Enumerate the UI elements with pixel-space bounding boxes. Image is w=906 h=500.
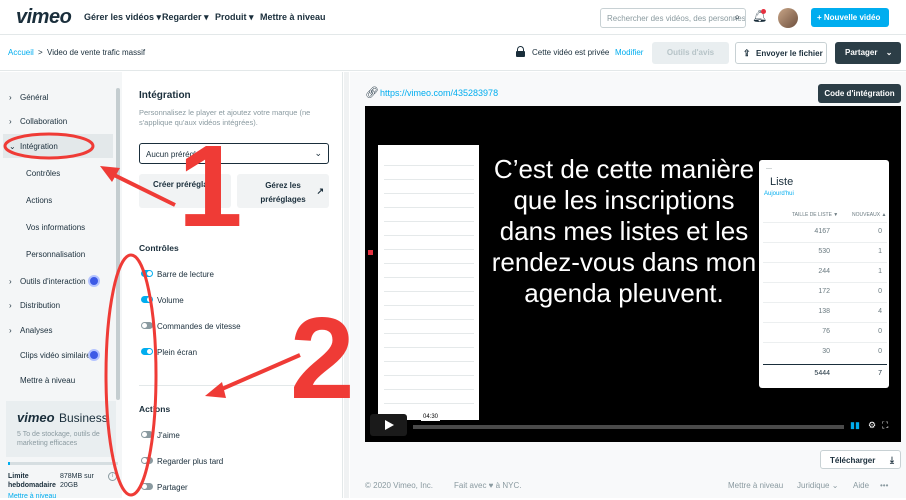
- annotation-arrowhead-2: [205, 382, 226, 398]
- annotation-arrowhead-1: [100, 166, 120, 182]
- annotation-overlay: [3, 132, 301, 497]
- annotation-number-2: 2: [290, 293, 355, 423]
- annotation-circle-integration: [3, 132, 95, 160]
- annotation-number-1: 1: [178, 121, 243, 251]
- annotation-ellipse-controls: [104, 253, 158, 497]
- annotation-arrow-2: [214, 353, 301, 394]
- annotation-arrow-1: [107, 170, 176, 207]
